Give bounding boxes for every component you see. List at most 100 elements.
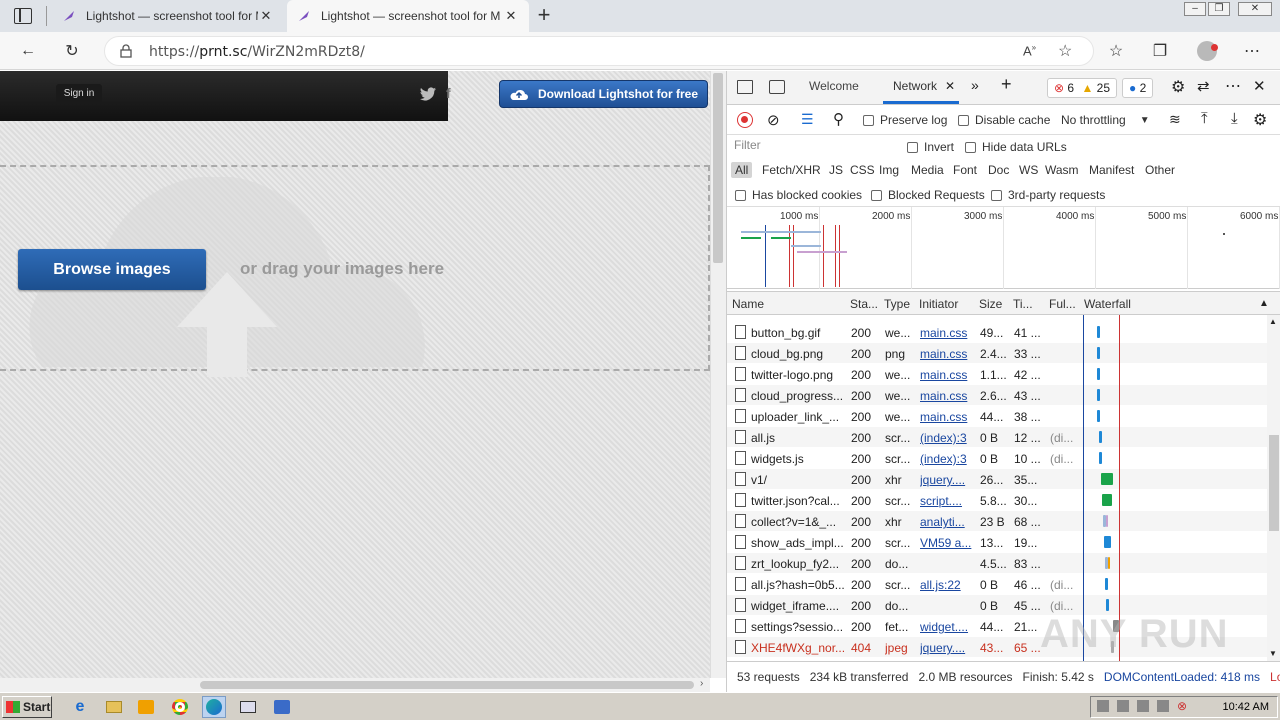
page-vertical-scrollbar[interactable]	[710, 71, 726, 678]
blocked-requests-checkbox[interactable]: Blocked Requests	[871, 188, 985, 202]
table-row[interactable]: collect?v=1&_... 200 xhr analyti... 23 B 68 .…	[727, 511, 1267, 532]
table-row[interactable]: all.js?hash=0b5... 200 scr... all.js:22 0 B 4…	[727, 574, 1267, 595]
table-row[interactable]: all.js 200 scr... (index):3 0 B 12 ... (di...	[727, 427, 1267, 448]
column-type[interactable]: Type	[884, 297, 916, 311]
more-tabs-icon[interactable]: »	[971, 77, 979, 93]
cell-initiator[interactable]: analyti...	[920, 515, 972, 529]
filter-icon[interactable]: ☰	[801, 111, 814, 128]
type-filter-ws[interactable]: WS	[1019, 163, 1038, 177]
disable-cache-checkbox[interactable]: Disable cache	[958, 113, 1050, 127]
cell-initiator[interactable]: main.css	[920, 410, 972, 424]
preserve-log-checkbox[interactable]: Preserve log	[863, 113, 947, 127]
add-favorite-icon[interactable]: ☆	[1058, 41, 1072, 61]
network-overview-timeline[interactable]: 1000 ms 2000 ms 3000 ms 4000 ms 5000 ms …	[727, 207, 1280, 289]
type-filter-img[interactable]: Img	[879, 163, 899, 177]
tab-welcome[interactable]: Welcome	[809, 79, 859, 93]
close-devtools-icon[interactable]: ✕	[1253, 77, 1266, 95]
import-har-icon[interactable]: ⤒	[1201, 110, 1208, 127]
cell-initiator[interactable]: (index):3	[920, 452, 972, 466]
table-row[interactable]: widgets.js 200 scr... (index):3 0 B 10 ... (di…	[727, 448, 1267, 469]
close-network-tab-icon[interactable]: ✕	[945, 79, 955, 93]
settings-gear-icon[interactable]: ⚙	[1171, 77, 1185, 97]
connect-icon[interactable]: ⇄	[1197, 77, 1210, 95]
table-row[interactable]: cloud_bg.png 200 png main.css 2.4... 33 ...	[727, 343, 1267, 364]
hide-data-urls-checkbox[interactable]: Hide data URLs	[965, 140, 1067, 154]
scroll-thumb[interactable]	[713, 73, 723, 263]
column-name[interactable]: Name	[732, 297, 842, 311]
add-tab-icon[interactable]: +	[1001, 74, 1012, 95]
network-conditions-icon[interactable]: ≋	[1169, 111, 1181, 128]
twitter-icon[interactable]	[420, 87, 436, 101]
cell-initiator[interactable]: main.css	[920, 389, 972, 403]
cell-initiator[interactable]: script....	[920, 494, 972, 508]
back-arrow-icon[interactable]: ←	[18, 41, 38, 61]
more-menu-icon[interactable]: ⋯	[1242, 41, 1262, 61]
tray-icon[interactable]	[1097, 700, 1109, 712]
url-field[interactable]: https://prnt.sc/WirZN2mRDzt8/ A» ☆	[104, 36, 1094, 66]
favorites-icon[interactable]: ☆	[1106, 41, 1126, 61]
table-row[interactable]: twitter.json?cal... 200 scr... script.... 5.…	[727, 490, 1267, 511]
restore-button[interactable]: ❐	[1208, 2, 1230, 16]
inspect-element-icon[interactable]	[737, 80, 753, 94]
cell-initiator[interactable]: VM59 a...	[920, 536, 972, 550]
table-row[interactable]: v1/200 xhr jquery.... 26... 35...	[727, 469, 1267, 490]
clear-icon[interactable]: ⊘	[767, 111, 780, 129]
type-filter-fetch-xhr[interactable]: Fetch/XHR	[762, 163, 821, 177]
has-blocked-cookies-checkbox[interactable]: Has blocked cookies	[735, 188, 862, 202]
column-size[interactable]: Size	[979, 297, 1009, 311]
minimize-button[interactable]: –	[1184, 2, 1206, 16]
requests-scrollbar[interactable]: ▲ ▼	[1267, 315, 1280, 661]
column-waterfall[interactable]: Waterfall	[1084, 297, 1164, 311]
sort-ascending-icon[interactable]: ▲	[1259, 298, 1269, 309]
issue-counters[interactable]: ⊗ 6 ▲ 25	[1047, 78, 1118, 98]
type-filter-css[interactable]: CSS	[850, 163, 875, 177]
download-lightshot-button[interactable]: Download Lightshot for free	[499, 80, 708, 108]
type-filter-font[interactable]: Font	[953, 163, 977, 177]
third-party-requests-checkbox[interactable]: 3rd-party requests	[991, 188, 1105, 202]
cell-initiator[interactable]: all.js:22	[920, 578, 972, 592]
type-filter-doc[interactable]: Doc	[988, 163, 1009, 177]
type-filter-js[interactable]: JS	[829, 163, 843, 177]
browse-images-button[interactable]: Browse images	[18, 249, 206, 290]
checkbox[interactable]	[991, 189, 1002, 201]
internet-explorer-icon[interactable]: e	[68, 696, 92, 718]
browser-tab-2[interactable]: Lightshot — screenshot tool for M ✕	[287, 0, 529, 32]
cell-initiator[interactable]: (index):3	[920, 431, 972, 445]
scroll-right-arrow-icon[interactable]: ›	[700, 678, 703, 689]
more-options-icon[interactable]: ⋯	[1225, 76, 1241, 96]
checkbox[interactable]	[907, 141, 918, 153]
close-window-button[interactable]: ✕	[1238, 2, 1272, 16]
record-icon[interactable]	[737, 112, 753, 128]
volume-icon[interactable]	[1137, 700, 1149, 712]
column-time[interactable]: Ti...	[1013, 297, 1043, 311]
sign-in-button[interactable]: Sign in	[56, 84, 102, 104]
facebook-icon[interactable]: f	[446, 85, 451, 101]
column-fulfilled[interactable]: Ful...	[1049, 297, 1081, 311]
type-filter-all[interactable]: All	[731, 162, 753, 178]
network-app-icon[interactable]	[270, 696, 294, 718]
page-horizontal-scrollbar[interactable]: ›	[0, 678, 710, 692]
filter-input[interactable]: Filter	[731, 138, 895, 156]
cell-initiator[interactable]: main.css	[920, 326, 972, 340]
table-row[interactable]: button_bg.gif 200 we... main.css 49... 41 ...	[727, 322, 1267, 343]
warning-tray-icon[interactable]: ⊗	[1177, 699, 1187, 713]
network-settings-icon[interactable]: ⚙	[1253, 110, 1267, 130]
table-row[interactable]: uploader_link_... 200 we... main.css 44... 38…	[727, 406, 1267, 427]
checkbox[interactable]	[735, 189, 746, 201]
checkbox[interactable]	[965, 141, 976, 153]
invert-checkbox[interactable]: Invert	[907, 140, 954, 154]
type-filter-wasm[interactable]: Wasm	[1045, 163, 1079, 177]
table-row[interactable]: show_ads_impl... 200 scr... VM59 a... 13... 1…	[727, 532, 1267, 553]
type-filter-manifest[interactable]: Manifest	[1089, 163, 1134, 177]
read-aloud-icon[interactable]: A»	[1023, 43, 1036, 58]
tray-icon[interactable]	[1157, 700, 1169, 712]
scroll-thumb[interactable]	[200, 681, 694, 689]
tab-actions-icon[interactable]	[14, 8, 32, 24]
table-row[interactable]: zrt_lookup_fy2... 200 do... 4.5... 83 ...	[727, 553, 1267, 574]
media-player-icon[interactable]	[134, 696, 158, 718]
tray-icon[interactable]	[1117, 700, 1129, 712]
cell-initiator[interactable]: main.css	[920, 368, 972, 382]
scroll-up-arrow-icon[interactable]: ▲	[1269, 317, 1277, 326]
browser-tab-1[interactable]: Lightshot — screenshot tool for M ✕	[52, 0, 284, 32]
close-tab-icon[interactable]: ✕	[503, 8, 519, 24]
